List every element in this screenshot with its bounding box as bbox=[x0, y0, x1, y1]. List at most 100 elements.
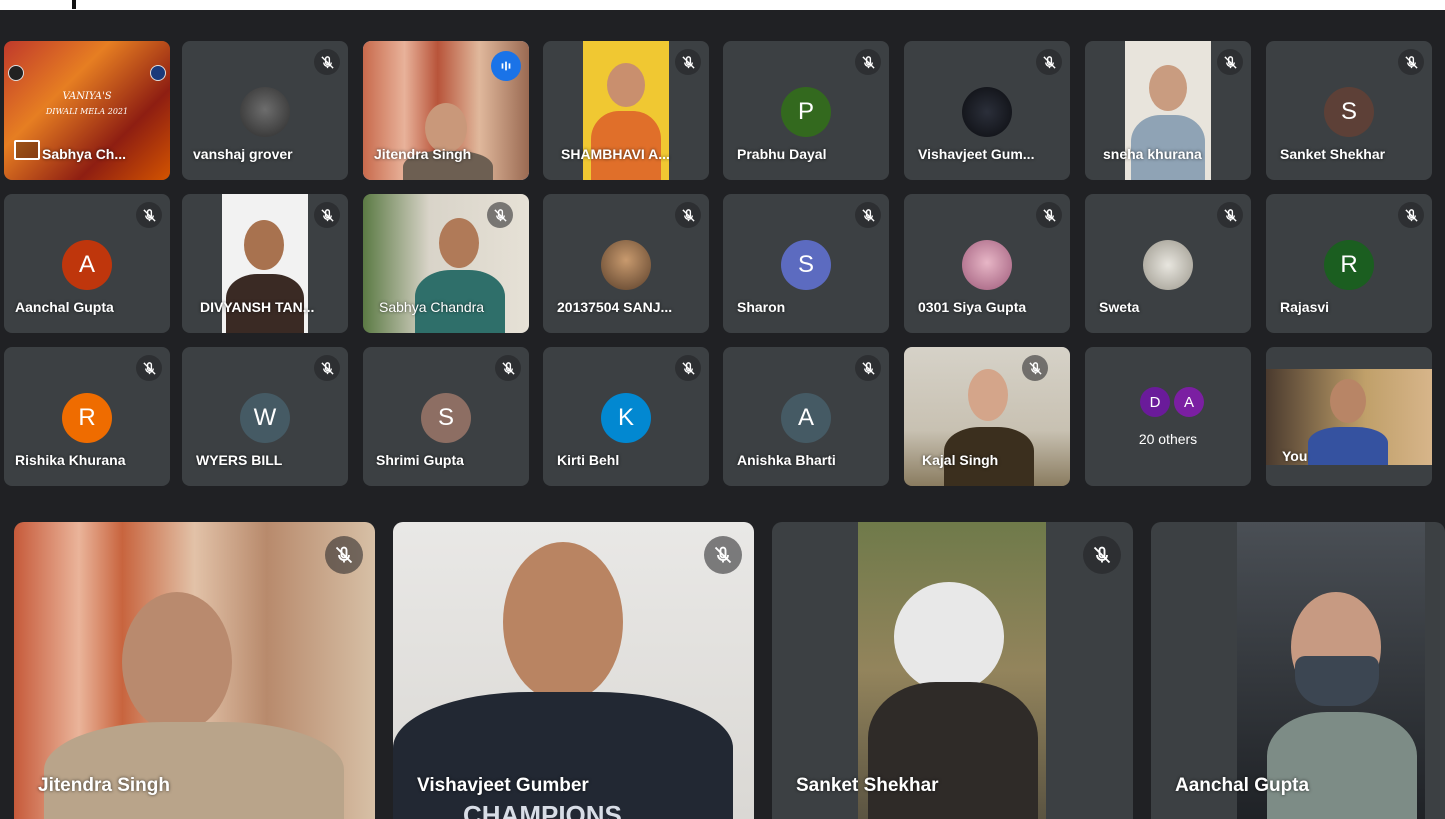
participant-tile[interactable]: sneha khurana bbox=[1085, 41, 1251, 180]
participant-tile[interactable]: 0301 Siya Gupta bbox=[904, 194, 1070, 333]
participant-tile[interactable]: VANIYA'S DIWALI MELA 2021 Sabhya Ch... bbox=[4, 41, 170, 180]
shirt-text: CHAMPIONS bbox=[463, 800, 622, 819]
participant-name: WYERS BILL bbox=[196, 452, 283, 468]
avatar: R bbox=[1324, 240, 1374, 290]
participant-tile[interactable]: Kajal Singh bbox=[904, 347, 1070, 486]
mic-off-icon bbox=[495, 355, 521, 381]
video-face bbox=[1330, 379, 1366, 423]
avatar: D bbox=[1140, 387, 1170, 417]
avatar bbox=[962, 240, 1012, 290]
face-mask bbox=[1295, 656, 1379, 706]
participant-name: 20137504 SANJ... bbox=[557, 299, 673, 315]
avatar: R bbox=[62, 393, 112, 443]
mic-off-icon bbox=[1398, 49, 1424, 75]
participant-name: Sabhya Chandra bbox=[379, 299, 485, 315]
mic-off-icon bbox=[314, 49, 340, 75]
participant-name: Jitendra Singh bbox=[38, 775, 170, 796]
participant-tile[interactable]: 20137504 SANJ... bbox=[543, 194, 709, 333]
avatar: S bbox=[421, 393, 471, 443]
mic-off-icon bbox=[325, 536, 363, 574]
participant-name: Aanchal Gupta bbox=[1175, 775, 1310, 796]
featured-tile[interactable]: Aanchal Gupta bbox=[1151, 522, 1445, 819]
featured-tile[interactable]: Jitendra Singh bbox=[14, 522, 375, 819]
avatar bbox=[1143, 240, 1193, 290]
avatar: S bbox=[1324, 87, 1374, 137]
participant-name: Sanket Shekhar bbox=[796, 775, 939, 796]
others-count-label: 20 others bbox=[1138, 431, 1198, 447]
mic-off-icon bbox=[1217, 49, 1243, 75]
participant-tile[interactable]: R Rajasvi bbox=[1266, 194, 1432, 333]
video-face bbox=[503, 542, 623, 702]
avatar bbox=[962, 87, 1012, 137]
mic-off-icon bbox=[1036, 202, 1062, 228]
participant-name: Shrimi Gupta bbox=[376, 452, 464, 468]
participant-name: SHAMBHAVI A... bbox=[561, 146, 670, 162]
participant-tile[interactable]: P Prabhu Dayal bbox=[723, 41, 889, 180]
video-face bbox=[607, 63, 645, 107]
participant-tile[interactable]: Sabhya Chandra bbox=[363, 194, 529, 333]
self-tile[interactable]: You bbox=[1266, 347, 1432, 486]
mic-off-icon bbox=[675, 49, 701, 75]
mic-off-icon bbox=[136, 355, 162, 381]
participant-name: sneha khurana bbox=[1103, 146, 1202, 162]
participant-tile[interactable]: DIVYANSH TAN... bbox=[182, 194, 348, 333]
avatar bbox=[240, 87, 290, 137]
participant-tile[interactable]: W WYERS BILL bbox=[182, 347, 348, 486]
participant-name: 0301 Siya Gupta bbox=[918, 299, 1027, 315]
featured-tile[interactable]: Sanket Shekhar bbox=[772, 522, 1133, 819]
video-face bbox=[1149, 65, 1187, 111]
participant-tile[interactable]: S Shrimi Gupta bbox=[363, 347, 529, 486]
mic-off-icon bbox=[704, 536, 742, 574]
participant-tile[interactable]: R Rishika Khurana bbox=[4, 347, 170, 486]
participant-tile[interactable]: Sweta bbox=[1085, 194, 1251, 333]
video-face bbox=[439, 218, 479, 268]
video-body: CHAMPIONS bbox=[393, 692, 733, 819]
participant-tile[interactable]: Vishavjeet Gum... bbox=[904, 41, 1070, 180]
top-bar bbox=[0, 0, 1445, 10]
presentation-icon bbox=[14, 140, 40, 160]
slide-emblem-right bbox=[150, 65, 166, 81]
mic-off-icon bbox=[487, 202, 513, 228]
mic-off-icon bbox=[314, 355, 340, 381]
avatar: A bbox=[781, 393, 831, 443]
others-avatars: D A bbox=[1140, 387, 1208, 417]
participant-name: Prabhu Dayal bbox=[737, 146, 827, 162]
participant-name: Kirti Behl bbox=[557, 452, 620, 468]
mic-off-icon bbox=[675, 202, 701, 228]
mic-off-icon bbox=[1022, 355, 1048, 381]
others-tile[interactable]: D A 20 others bbox=[1085, 347, 1251, 486]
meeting-stage: VANIYA'S DIWALI MELA 2021 Sabhya Ch... v… bbox=[0, 10, 1445, 819]
mic-off-icon bbox=[136, 202, 162, 228]
mic-off-icon bbox=[855, 49, 881, 75]
slide-emblem-left bbox=[8, 65, 24, 81]
participant-name: Vishavjeet Gum... bbox=[918, 146, 1035, 162]
participant-name: Sabhya Ch... bbox=[42, 146, 127, 162]
mic-off-icon bbox=[855, 202, 881, 228]
participant-tile[interactable]: S Sharon bbox=[723, 194, 889, 333]
participant-tile[interactable]: A Aanchal Gupta bbox=[4, 194, 170, 333]
participant-tile[interactable]: vanshaj grover bbox=[182, 41, 348, 180]
avatar: P bbox=[781, 87, 831, 137]
participant-name: Jitendra Singh bbox=[374, 146, 472, 162]
featured-tile[interactable]: CHAMPIONS Vishavjeet Gumber bbox=[393, 522, 754, 819]
participant-name: Sweta bbox=[1099, 299, 1140, 315]
video-face bbox=[894, 582, 1004, 692]
participant-name: Aanchal Gupta bbox=[15, 299, 114, 315]
participant-tile[interactable]: K Kirti Behl bbox=[543, 347, 709, 486]
participant-name: Sanket Shekhar bbox=[1280, 146, 1386, 162]
audio-level-icon bbox=[491, 51, 521, 81]
participant-tile[interactable]: SHAMBHAVI A... bbox=[543, 41, 709, 180]
avatar: W bbox=[240, 393, 290, 443]
video-body bbox=[868, 682, 1038, 819]
participant-tile[interactable]: S Sanket Shekhar bbox=[1266, 41, 1432, 180]
participant-name: Kajal Singh bbox=[922, 452, 999, 468]
avatar: K bbox=[601, 393, 651, 443]
participant-tile[interactable]: A Anishka Bharti bbox=[723, 347, 889, 486]
avatar bbox=[601, 240, 651, 290]
video-body bbox=[44, 722, 344, 819]
participant-name: Vishavjeet Gumber bbox=[417, 775, 589, 796]
video-face bbox=[244, 220, 284, 270]
video-face bbox=[122, 592, 232, 732]
mic-off-icon bbox=[675, 355, 701, 381]
participant-tile[interactable]: Jitendra Singh bbox=[363, 41, 529, 180]
